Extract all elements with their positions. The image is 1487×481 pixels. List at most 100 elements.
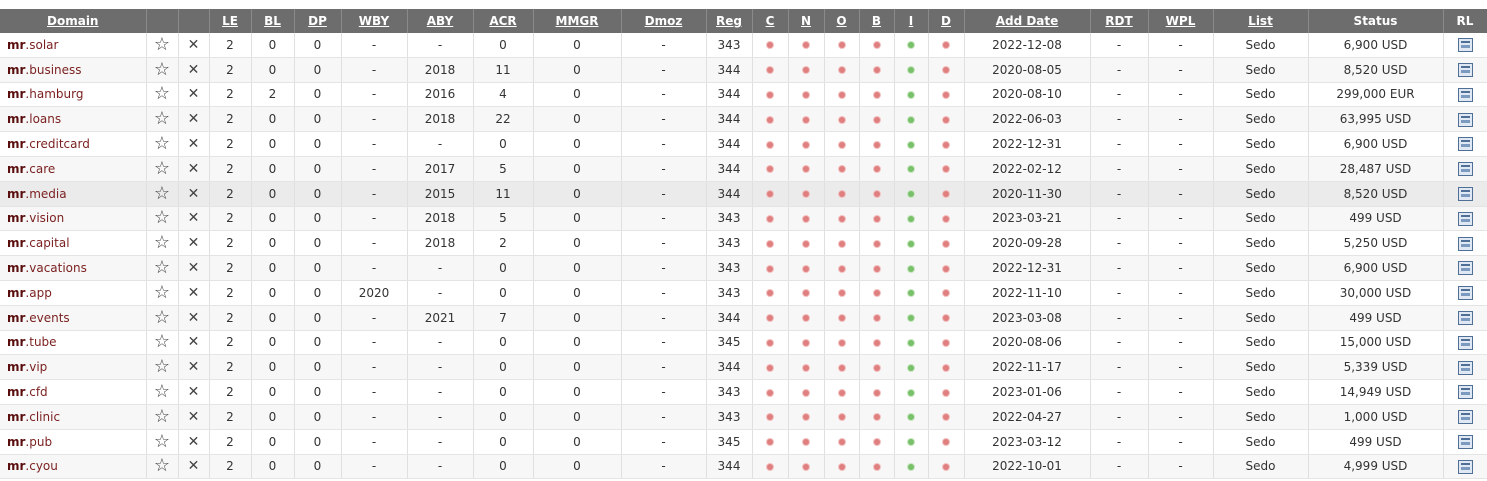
header-n-label[interactable]: N	[801, 14, 811, 28]
related-list-icon[interactable]	[1457, 410, 1473, 425]
header-wby-label[interactable]: WBY	[359, 14, 389, 28]
star-outline-icon[interactable]: ☆	[154, 282, 170, 303]
header-add_date[interactable]: Add Date	[964, 9, 1091, 33]
header-le[interactable]: LE	[209, 9, 252, 33]
related-list-icon[interactable]	[1457, 434, 1473, 449]
domain-link[interactable]: mr.vision	[7, 211, 64, 225]
close-x-icon[interactable]: ✕	[188, 111, 200, 127]
close-x-icon[interactable]: ✕	[188, 62, 200, 78]
star-outline-icon[interactable]: ☆	[154, 133, 170, 154]
close-x-icon[interactable]: ✕	[188, 86, 200, 102]
header-aby[interactable]: ABY	[407, 9, 474, 33]
header-reg[interactable]: Reg	[706, 9, 753, 33]
domain-link[interactable]: mr.creditcard	[7, 137, 90, 151]
header-list-label[interactable]: List	[1248, 14, 1273, 28]
star-outline-icon[interactable]: ☆	[154, 331, 170, 352]
star-outline-icon[interactable]: ☆	[154, 257, 170, 278]
close-x-icon[interactable]: ✕	[188, 235, 200, 251]
header-c-label[interactable]: C	[766, 14, 775, 28]
close-x-icon[interactable]: ✕	[188, 136, 200, 152]
close-x-icon[interactable]: ✕	[188, 285, 200, 301]
domain-link[interactable]: mr.capital	[7, 236, 70, 250]
star-outline-icon[interactable]: ☆	[154, 232, 170, 253]
star-outline-icon[interactable]: ☆	[154, 158, 170, 179]
header-bl[interactable]: BL	[251, 9, 295, 33]
star-outline-icon[interactable]: ☆	[154, 207, 170, 228]
close-x-icon[interactable]: ✕	[188, 310, 200, 326]
close-x-icon[interactable]: ✕	[188, 384, 200, 400]
header-dp-label[interactable]: DP	[308, 14, 327, 28]
related-list-icon[interactable]	[1457, 385, 1473, 400]
star-outline-icon[interactable]: ☆	[154, 183, 170, 204]
header-mmgr-label[interactable]: MMGR	[556, 14, 599, 28]
related-list-icon[interactable]	[1457, 211, 1473, 226]
star-outline-icon[interactable]: ☆	[154, 381, 170, 402]
close-x-icon[interactable]: ✕	[188, 161, 200, 177]
header-b[interactable]: B	[859, 9, 895, 33]
header-reg-label[interactable]: Reg	[716, 14, 742, 28]
related-list-icon[interactable]	[1457, 459, 1473, 474]
header-bl-label[interactable]: BL	[264, 14, 281, 28]
header-list[interactable]: List	[1213, 9, 1309, 33]
related-list-icon[interactable]	[1457, 137, 1473, 152]
header-wpl[interactable]: WPL	[1148, 9, 1214, 33]
header-wby[interactable]: WBY	[341, 9, 408, 33]
close-x-icon[interactable]: ✕	[188, 37, 200, 53]
related-list-icon[interactable]	[1457, 87, 1473, 102]
header-aby-label[interactable]: ABY	[427, 14, 453, 28]
header-acr[interactable]: ACR	[473, 9, 534, 33]
header-domain[interactable]: Domain	[0, 9, 147, 33]
related-list-icon[interactable]	[1457, 335, 1473, 350]
header-rdt-label[interactable]: RDT	[1105, 14, 1132, 28]
close-x-icon[interactable]: ✕	[188, 210, 200, 226]
star-outline-icon[interactable]: ☆	[154, 83, 170, 104]
star-outline-icon[interactable]: ☆	[154, 431, 170, 452]
header-n[interactable]: N	[788, 9, 825, 33]
related-list-icon[interactable]	[1457, 261, 1473, 276]
related-list-icon[interactable]	[1457, 186, 1473, 201]
domain-link[interactable]: mr.business	[7, 63, 82, 77]
header-le-label[interactable]: LE	[222, 14, 238, 28]
star-outline-icon[interactable]: ☆	[154, 406, 170, 427]
star-outline-icon[interactable]: ☆	[154, 356, 170, 377]
star-outline-icon[interactable]: ☆	[154, 307, 170, 328]
close-x-icon[interactable]: ✕	[188, 409, 200, 425]
header-add_date-label[interactable]: Add Date	[996, 14, 1059, 28]
header-o[interactable]: O	[824, 9, 860, 33]
domain-link[interactable]: mr.cfd	[7, 385, 48, 399]
close-x-icon[interactable]: ✕	[188, 458, 200, 474]
close-x-icon[interactable]: ✕	[188, 260, 200, 276]
domain-link[interactable]: mr.clinic	[7, 410, 60, 424]
header-o-label[interactable]: O	[836, 14, 846, 28]
star-outline-icon[interactable]: ☆	[154, 455, 170, 476]
header-wpl-label[interactable]: WPL	[1166, 14, 1196, 28]
domain-link[interactable]: mr.hamburg	[7, 87, 83, 101]
related-list-icon[interactable]	[1457, 38, 1473, 53]
domain-link[interactable]: mr.media	[7, 187, 67, 201]
related-list-icon[interactable]	[1457, 62, 1473, 77]
header-c[interactable]: C	[752, 9, 789, 33]
star-outline-icon[interactable]: ☆	[154, 34, 170, 55]
domain-link[interactable]: mr.vip	[7, 360, 47, 374]
domain-link[interactable]: mr.care	[7, 162, 55, 176]
header-mmgr[interactable]: MMGR	[533, 9, 622, 33]
close-x-icon[interactable]: ✕	[188, 186, 200, 202]
related-list-icon[interactable]	[1457, 112, 1473, 127]
related-list-icon[interactable]	[1457, 360, 1473, 375]
star-outline-icon[interactable]: ☆	[154, 59, 170, 80]
header-i-label[interactable]: I	[909, 14, 913, 28]
close-x-icon[interactable]: ✕	[188, 359, 200, 375]
domain-link[interactable]: mr.events	[7, 311, 70, 325]
header-b-label[interactable]: B	[872, 14, 881, 28]
related-list-icon[interactable]	[1457, 310, 1473, 325]
domain-link[interactable]: mr.solar	[7, 38, 58, 52]
header-d-label[interactable]: D	[941, 14, 951, 28]
close-x-icon[interactable]: ✕	[188, 434, 200, 450]
domain-link[interactable]: mr.app	[7, 286, 52, 300]
header-dmoz-label[interactable]: Dmoz	[645, 14, 683, 28]
header-i[interactable]: I	[894, 9, 929, 33]
close-x-icon[interactable]: ✕	[188, 334, 200, 350]
header-domain-label[interactable]: Domain	[47, 14, 98, 28]
domain-link[interactable]: mr.cyou	[7, 459, 58, 473]
domain-link[interactable]: mr.vacations	[7, 261, 87, 275]
